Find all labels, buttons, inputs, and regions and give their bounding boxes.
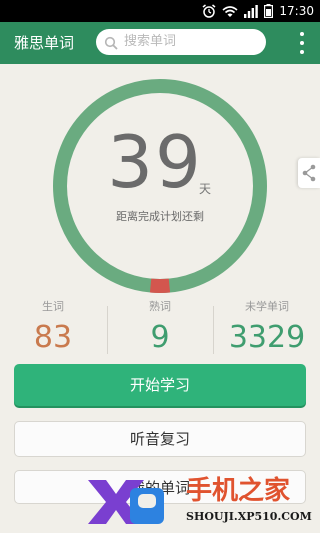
battery-icon bbox=[264, 4, 274, 18]
plan-caption: 距离完成计划还剩 bbox=[116, 210, 204, 223]
stat-known-words[interactable]: 熟词 9 bbox=[107, 300, 213, 358]
stat-label: 生词 bbox=[42, 300, 64, 313]
stat-unlearned-words[interactable]: 未学单词 3329 bbox=[214, 300, 320, 358]
start-learning-button[interactable]: 开始学习 bbox=[14, 364, 306, 406]
stat-value: 9 bbox=[150, 320, 170, 355]
stat-label: 未学单词 bbox=[245, 300, 289, 313]
search-placeholder: 搜索单词 bbox=[124, 34, 177, 49]
status-time: 17:30 bbox=[279, 4, 314, 18]
app-title: 雅思单词 bbox=[14, 34, 75, 52]
stats-row: 生词 83 熟词 9 未学单词 3329 bbox=[0, 300, 320, 360]
share-tab[interactable] bbox=[298, 158, 320, 188]
more-vert-icon[interactable] bbox=[294, 32, 310, 54]
days-left-value: 39 bbox=[107, 120, 203, 204]
app-bar: 雅思单词 搜索单词 bbox=[0, 22, 320, 64]
stat-label: 熟词 bbox=[149, 300, 171, 313]
days-unit: 天 bbox=[199, 182, 212, 196]
site-watermark: 手机之家 SHOUJI.XP510.COM bbox=[86, 470, 320, 533]
stat-new-words[interactable]: 生词 83 bbox=[0, 300, 106, 358]
status-bar: 17:30 bbox=[0, 0, 320, 22]
xp-logo-icon bbox=[88, 480, 164, 524]
search-icon bbox=[104, 35, 118, 54]
listen-review-button[interactable]: 听音复习 bbox=[14, 421, 306, 457]
wifi-icon bbox=[222, 5, 238, 18]
stat-value: 83 bbox=[33, 320, 73, 355]
search-input[interactable]: 搜索单词 bbox=[96, 29, 266, 55]
watermark-url: SHOUJI.XP510.COM bbox=[186, 510, 312, 523]
signal-icon bbox=[244, 4, 259, 18]
alarm-icon bbox=[202, 4, 216, 18]
watermark-brand: 手机之家 bbox=[186, 476, 291, 506]
stat-value: 3329 bbox=[228, 320, 306, 355]
